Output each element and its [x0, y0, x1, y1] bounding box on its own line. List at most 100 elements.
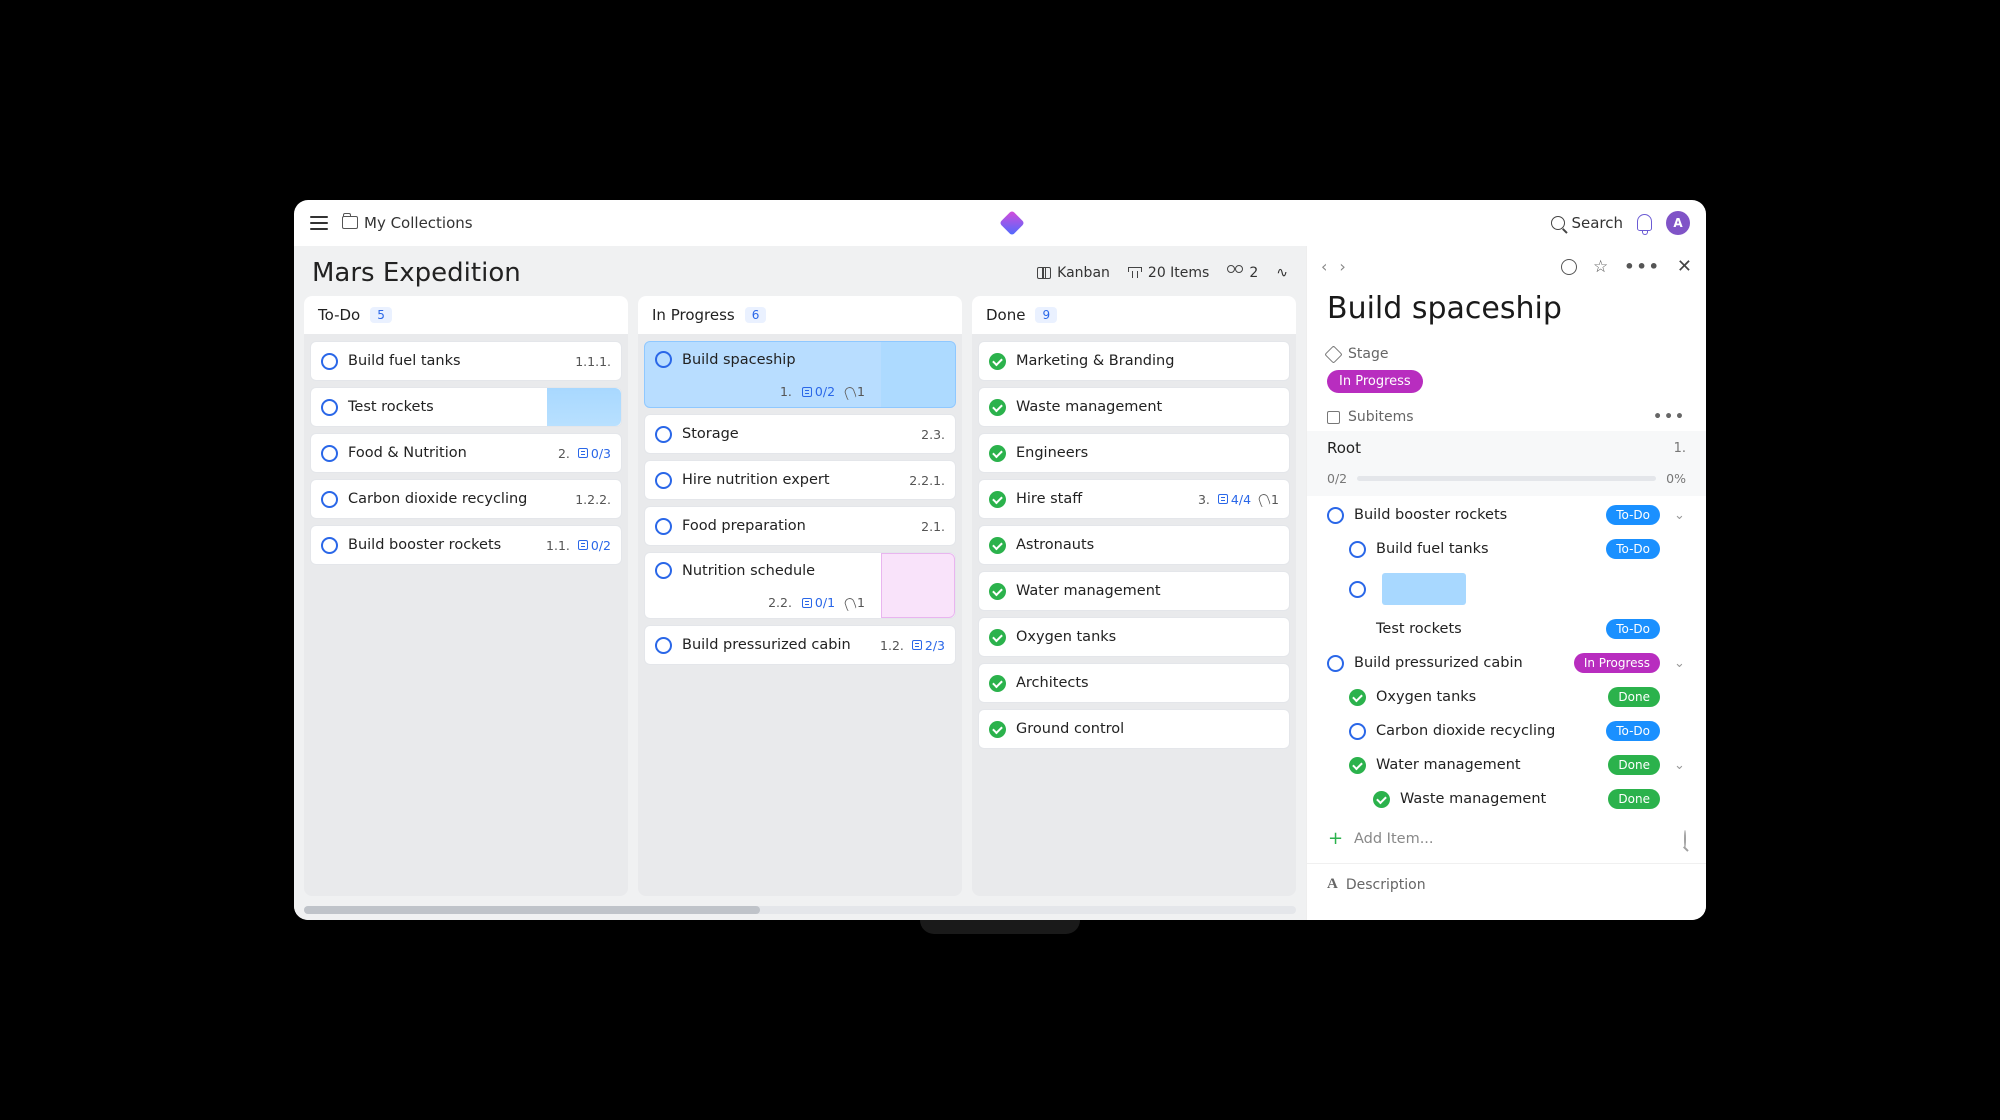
subitem-row[interactable]: Carbon dioxide recycling To-Do [1319, 714, 1694, 748]
people-filter[interactable]: 2 [1227, 265, 1258, 281]
check-icon[interactable] [1373, 791, 1390, 808]
card[interactable]: Build spaceship 1. 0/2 1 [644, 341, 956, 408]
card[interactable]: Storage 2.3. [644, 414, 956, 454]
check-icon[interactable] [989, 629, 1006, 646]
subitem-row[interactable]: Test rockets To-Do [1319, 612, 1694, 646]
root-row[interactable]: Root 1. [1307, 431, 1706, 465]
card[interactable]: Oxygen tanks [978, 617, 1290, 657]
check-icon[interactable] [989, 399, 1006, 416]
menu-button[interactable] [310, 216, 328, 230]
subitem-row[interactable]: Build pressurized cabin In Progress ⌄ [1319, 646, 1694, 680]
status-circle-icon[interactable] [655, 637, 672, 654]
text-icon: A [1327, 876, 1338, 893]
attachment-icon [843, 385, 857, 400]
favorite-icon[interactable]: ☆ [1593, 257, 1608, 277]
subitems-icon [1327, 411, 1340, 424]
card[interactable]: Build booster rockets 1.1. 0/2 [310, 525, 622, 565]
column-header[interactable]: In Progress6 [638, 296, 962, 335]
subitem-row[interactable] [1319, 566, 1694, 612]
status-circle-icon[interactable] [655, 351, 672, 368]
card[interactable]: Ground control [978, 709, 1290, 749]
status-circle-icon[interactable] [321, 445, 338, 462]
card[interactable]: Astronauts [978, 525, 1290, 565]
subitem-row[interactable]: Water management Done ⌄ [1319, 748, 1694, 782]
breadcrumb[interactable]: My Collections [342, 214, 473, 232]
card[interactable]: Architects [978, 663, 1290, 703]
status-circle-icon[interactable] [655, 472, 672, 489]
stage-pill[interactable]: In Progress [1327, 370, 1423, 393]
subitems-more-icon[interactable]: ••• [1653, 409, 1686, 425]
status-circle-icon[interactable] [321, 353, 338, 370]
stage-pill[interactable]: To-Do [1606, 505, 1660, 525]
check-icon[interactable] [989, 721, 1006, 738]
panel-close-icon[interactable]: ✕ [1677, 256, 1692, 277]
status-circle-icon[interactable] [655, 426, 672, 443]
stage-pill[interactable]: To-Do [1606, 539, 1660, 559]
stage-pill[interactable]: Done [1608, 687, 1660, 707]
search-button[interactable]: Search [1551, 214, 1623, 232]
check-icon[interactable] [1349, 689, 1366, 706]
root-progress: 0/2 0% [1307, 465, 1706, 496]
card[interactable]: Build pressurized cabin 1.2. 2/3 [644, 625, 956, 665]
activity-icon[interactable]: ∿ [1276, 265, 1288, 281]
card[interactable]: Nutrition schedule 2.2. 0/1 1 [644, 552, 956, 619]
subitem-search-icon[interactable] [1684, 831, 1686, 847]
horizontal-scrollbar[interactable] [304, 906, 1296, 914]
check-icon[interactable] [989, 445, 1006, 462]
check-icon[interactable] [989, 491, 1006, 508]
column-header[interactable]: Done9 [972, 296, 1296, 335]
card[interactable]: Hire nutrition expert 2.2.1. [644, 460, 956, 500]
check-icon[interactable] [989, 675, 1006, 692]
chevron-down-icon[interactable]: ⌄ [1674, 758, 1686, 773]
check-icon[interactable] [989, 583, 1006, 600]
card[interactable]: Test rockets 1.1.2. 1 [310, 387, 622, 427]
board: Mars Expedition Kanban 20 Items 2 [294, 246, 1306, 920]
card[interactable]: Carbon dioxide recycling 1.2.2. [310, 479, 622, 519]
avatar[interactable]: A [1666, 211, 1690, 235]
status-circle-icon[interactable] [321, 537, 338, 554]
status-circle-icon[interactable] [1327, 507, 1344, 524]
card[interactable]: Water management [978, 571, 1290, 611]
check-icon[interactable] [989, 353, 1006, 370]
stage-pill[interactable]: In Progress [1574, 653, 1660, 673]
check-icon[interactable] [1349, 757, 1366, 774]
chevron-down-icon[interactable]: ⌄ [1674, 656, 1686, 671]
subitem-row[interactable]: Build fuel tanks To-Do [1319, 532, 1694, 566]
add-item[interactable]: + Add Item... [1307, 818, 1706, 859]
panel-back[interactable]: ‹ [1321, 257, 1327, 276]
filter-items[interactable]: 20 Items [1128, 265, 1209, 281]
card[interactable]: Marketing & Branding [978, 341, 1290, 381]
subitem-row[interactable]: Oxygen tanks Done [1319, 680, 1694, 714]
description-section[interactable]: A Description [1307, 863, 1706, 905]
card[interactable]: Food & Nutrition 2. 0/3 [310, 433, 622, 473]
stage-pill[interactable]: Done [1608, 755, 1660, 775]
status-circle-icon[interactable] [655, 518, 672, 535]
chevron-down-icon[interactable]: ⌄ [1674, 508, 1686, 523]
status-circle-icon[interactable] [321, 491, 338, 508]
column-done: Done9 Marketing & Branding Waste managem… [972, 296, 1296, 896]
stage-pill[interactable]: Done [1608, 789, 1660, 809]
status-circle-icon[interactable] [1349, 723, 1366, 740]
notifications-icon[interactable] [1637, 214, 1652, 231]
card[interactable]: Food preparation 2.1. [644, 506, 956, 546]
status-circle-icon[interactable] [1349, 541, 1366, 558]
panel-forward[interactable]: › [1339, 257, 1345, 276]
subitem-row[interactable]: Build booster rockets To-Do ⌄ [1319, 498, 1694, 532]
status-circle-icon[interactable] [1349, 581, 1366, 598]
card[interactable]: Build fuel tanks 1.1.1. [310, 341, 622, 381]
stage-pill[interactable]: To-Do [1606, 619, 1660, 639]
subitem-row[interactable]: Waste management Done [1319, 782, 1694, 816]
card[interactable]: Hire staff 3. 4/4 1 [978, 479, 1290, 519]
card[interactable]: Waste management [978, 387, 1290, 427]
check-icon[interactable] [989, 537, 1006, 554]
search-icon [1551, 216, 1565, 230]
status-circle-icon[interactable] [1561, 259, 1577, 275]
status-circle-icon[interactable] [655, 562, 672, 579]
panel-more-icon[interactable]: ••• [1624, 257, 1661, 276]
view-switch[interactable]: Kanban [1037, 265, 1110, 281]
status-circle-icon[interactable] [1327, 655, 1344, 672]
stage-pill[interactable]: To-Do [1606, 721, 1660, 741]
column-header[interactable]: To-Do5 [304, 296, 628, 335]
status-circle-icon[interactable] [321, 399, 338, 416]
card[interactable]: Engineers [978, 433, 1290, 473]
